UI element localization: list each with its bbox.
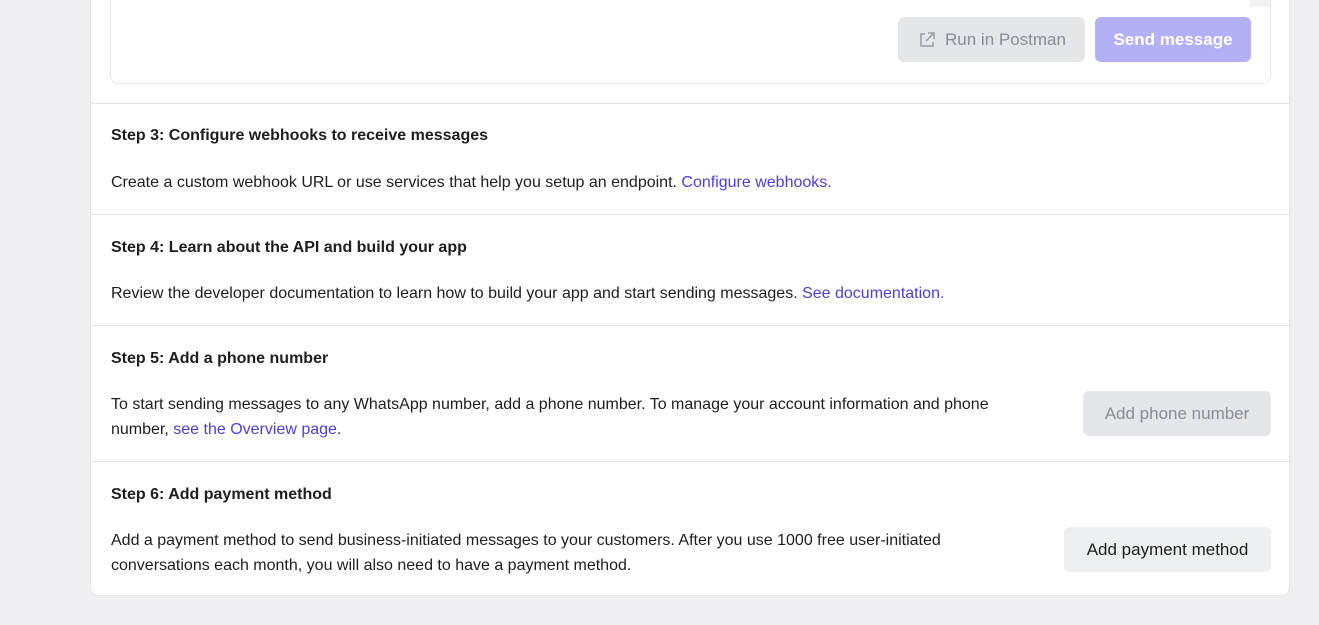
step-5-description: To start sending messages to any WhatsAp… <box>111 392 1031 442</box>
step-5-title: Step 5: Add a phone number <box>111 350 329 367</box>
scrollbar[interactable] <box>1250 0 1270 7</box>
step-6-title: Step 6: Add payment method <box>111 486 332 503</box>
divider <box>91 325 1289 326</box>
step-3-description: Create a custom webhook URL or use servi… <box>111 170 1211 195</box>
run-in-postman-label: Run in Postman <box>945 29 1066 49</box>
send-message-label: Send message <box>1113 29 1233 49</box>
external-link-icon <box>920 31 935 47</box>
step-5-suffix: . <box>336 421 342 438</box>
divider <box>91 461 1289 462</box>
divider <box>91 103 1289 104</box>
setup-steps-card: Run in Postman Send message Step 3: Conf… <box>90 0 1290 596</box>
overview-page-link[interactable]: see the Overview page <box>173 421 337 438</box>
step-4-title: Step 4: Learn about the API and build yo… <box>111 239 467 256</box>
see-documentation-link[interactable]: See documentation. <box>802 285 944 302</box>
run-in-postman-button[interactable]: Run in Postman <box>898 17 1085 62</box>
step-3-title: Step 3: Configure webhooks to receive me… <box>111 127 489 144</box>
step-6-description: Add a payment method to send business-in… <box>111 532 941 574</box>
send-message-panel: Run in Postman Send message <box>110 0 1271 84</box>
step-3-text: Create a custom webhook URL or use servi… <box>111 174 677 191</box>
add-payment-method-button[interactable]: Add payment method <box>1064 527 1271 572</box>
add-phone-number-label: Add phone number <box>1104 403 1250 423</box>
step-4-description: Review the developer documentation to le… <box>111 281 1211 306</box>
divider <box>91 214 1289 215</box>
send-message-button[interactable]: Send message <box>1095 17 1251 62</box>
add-payment-method-label: Add payment method <box>1086 539 1249 559</box>
step-4-text: Review the developer documentation to le… <box>111 285 798 302</box>
add-phone-number-button[interactable]: Add phone number <box>1083 391 1271 436</box>
configure-webhooks-link[interactable]: Configure webhooks. <box>681 174 831 191</box>
